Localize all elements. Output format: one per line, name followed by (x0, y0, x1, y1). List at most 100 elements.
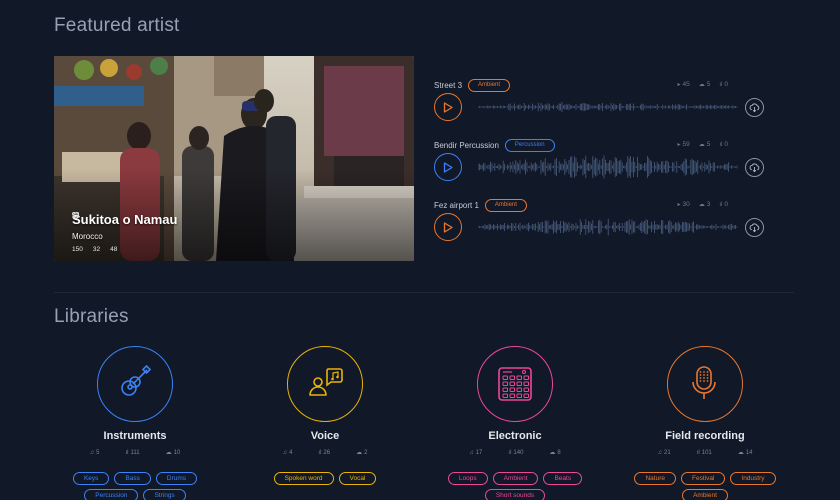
track-tag[interactable]: Ambient (484, 198, 527, 212)
cloud-icon: ☁ (698, 82, 705, 88)
library-sounds: ıl 101 (697, 449, 712, 456)
library-sounds: ıl 26 (318, 449, 330, 456)
library-tracks-count: 4 (289, 449, 293, 456)
track-title[interactable]: Fez airport 1 (434, 201, 479, 210)
track-tag[interactable]: Percussion (504, 138, 555, 152)
library-tag[interactable]: Loops (447, 472, 488, 485)
library-card: Instruments ♫ 5 ıl 111 ☁ 10 Keys Bass Drums Percus… (45, 346, 225, 500)
libraries-heading: Libraries (54, 306, 129, 327)
artist-views: 150 (72, 212, 83, 253)
track-plays: ▸ 59 (678, 141, 690, 148)
play-icon (443, 161, 453, 173)
cloud-download-icon (749, 223, 760, 233)
library-name[interactable]: Voice (235, 430, 415, 442)
library-tracks: ♫ 5 (90, 449, 100, 456)
library-tracks: ♫ 17 (469, 449, 482, 456)
library-name[interactable]: Instruments (45, 430, 225, 442)
artist-location: Morocco (72, 212, 177, 241)
library-downloads: ☁ 2 (356, 449, 368, 457)
cloud-icon: ☁ (698, 142, 705, 148)
library-tag[interactable]: Nature (634, 472, 676, 485)
artist-views-count: 150 (72, 246, 83, 253)
download-button[interactable] (745, 98, 764, 117)
track-plays-count: 30 (682, 201, 690, 208)
download-button[interactable] (745, 218, 764, 237)
library-sounds-count: 140 (513, 449, 524, 456)
library-stats: ♫ 21 ıl 101 ☁ 14 (615, 449, 795, 457)
library-tag[interactable]: Vocal (338, 472, 377, 485)
library-downloads-count: 2 (364, 449, 368, 456)
library-tracks: ♫ 21 (658, 449, 671, 456)
library-tracks-count: 21 (664, 449, 671, 456)
voice-icon (309, 368, 343, 396)
track-stats: ▸ 59 ☁ 5 ıl 0 (678, 141, 729, 148)
bars-icon: ıl (508, 449, 512, 456)
bars-icon: ıl (719, 81, 723, 88)
music-note-icon: ♫ (282, 449, 288, 456)
play-count-icon: ▸ (677, 82, 681, 88)
library-name[interactable]: Field recording (615, 430, 795, 442)
library-tags: Keys Bass Drums Percussion Strings (45, 472, 225, 500)
artist-likes-count: 32 (92, 246, 101, 253)
track-downloads: ☁ 5 (699, 141, 711, 148)
library-tag[interactable]: Beats (543, 472, 583, 485)
library-tag[interactable]: Festival (680, 472, 726, 485)
library-tag[interactable]: Ambient (682, 489, 728, 500)
library-sounds-count: 111 (130, 449, 140, 456)
waveform[interactable] (478, 153, 738, 181)
download-button[interactable] (745, 158, 764, 177)
library-name[interactable]: Electronic (425, 430, 605, 442)
artist-name[interactable]: Sukitoa o Namau (72, 212, 177, 227)
library-card: Field recording ♫ 21 ıl 101 ☁ 14 Nature Festival… (615, 346, 795, 500)
waveform[interactable] (478, 213, 738, 241)
track-title[interactable]: Bendir Percussion (434, 141, 499, 150)
library-sounds-count: 101 (701, 449, 712, 456)
featured-artist-card[interactable]: Sukitoa o Namau Morocco 150 32 48 (54, 56, 414, 261)
track-plays: ▸ 30 (678, 201, 690, 208)
library-tag[interactable]: Keys (72, 472, 110, 485)
track-plays-count: 59 (682, 141, 690, 148)
track-row: Street 3 Ambient ▸ 45 ☁ 5 ıl 0 (434, 78, 764, 134)
library-tag[interactable]: Bass (114, 472, 151, 485)
library-downloads-count: 14 (745, 449, 753, 456)
section-divider (54, 292, 794, 293)
library-tag[interactable]: Strings (143, 489, 186, 500)
play-button[interactable] (434, 153, 462, 181)
library-tags: Loops Ambient Beats Short sounds (425, 472, 605, 500)
track-plays-count: 45 (682, 81, 690, 88)
track-downloads: ☁ 3 (699, 201, 711, 208)
track-stats: ▸ 30 ☁ 3 ıl 0 (678, 201, 729, 208)
cloud-icon: ☁ (356, 450, 363, 456)
library-tag[interactable]: Drums (155, 472, 198, 485)
play-button[interactable] (434, 213, 462, 241)
library-icon-button[interactable] (97, 346, 173, 422)
waveform[interactable] (478, 93, 738, 121)
library-tracks-count: 17 (475, 449, 483, 456)
play-icon (443, 221, 453, 233)
library-tracks-count: 5 (96, 449, 100, 456)
track-tag[interactable]: Ambient (468, 78, 511, 92)
library-stats: ♫ 5 ıl 111 ☁ 10 (45, 449, 225, 457)
artist-tracks-count: 48 (110, 246, 118, 253)
track-likes: ıl 0 (719, 81, 728, 88)
cloud-download-icon (749, 163, 760, 173)
artist-stats: 150 32 48 (72, 212, 177, 253)
track-title[interactable]: Street 3 (434, 81, 462, 90)
library-icon-button[interactable] (667, 346, 743, 422)
guitar-icon (121, 365, 152, 396)
page: Featured artist Sukitoa o Namau Morocco … (0, 0, 840, 500)
library-tag[interactable]: Spoken word (273, 472, 334, 485)
library-tag[interactable]: Ambient (492, 472, 539, 485)
track-likes: ıl 0 (719, 201, 728, 208)
library-tag[interactable]: Short sounds (484, 489, 546, 500)
cloud-icon: ☁ (737, 450, 744, 456)
track-row: Fez airport 1 Ambient ▸ 30 ☁ 3 ıl 0 (434, 198, 764, 254)
library-tag[interactable]: Industry (730, 472, 776, 485)
library-downloads: ☁ 8 (549, 449, 560, 457)
library-tag[interactable]: Percussion (84, 489, 139, 500)
track-likes-count: 0 (724, 201, 728, 208)
library-downloads: ☁ 10 (166, 449, 181, 457)
play-button[interactable] (434, 93, 462, 121)
library-icon-button[interactable] (477, 346, 553, 422)
library-icon-button[interactable] (287, 346, 363, 422)
